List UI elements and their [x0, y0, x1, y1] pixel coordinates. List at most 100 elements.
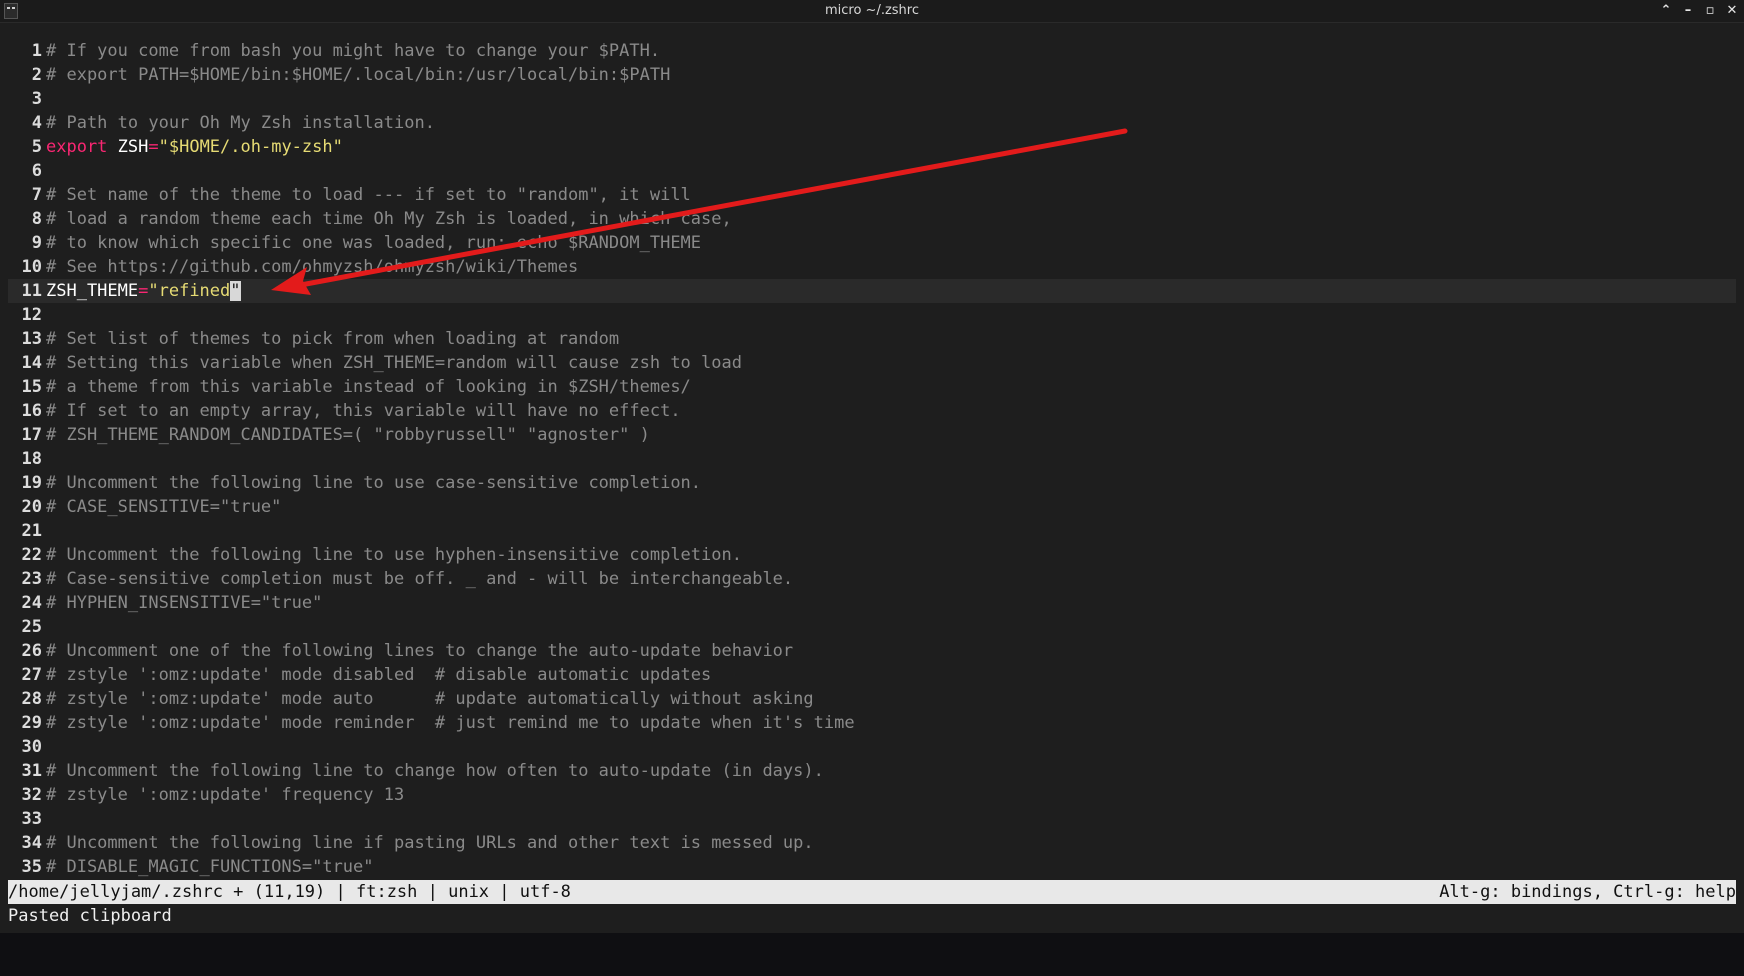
code-line[interactable]: 7 # Set name of the theme to load --- if …: [8, 183, 1736, 207]
code-token: # load a random theme each time Oh My Zs…: [46, 209, 732, 229]
code-token: "$HOME/.oh-my-zsh": [158, 137, 343, 157]
code-line[interactable]: 26 # Uncomment one of the following lines…: [8, 639, 1736, 663]
line-text: [46, 87, 1736, 111]
code-token: ZSH: [107, 137, 149, 157]
code-token: export: [46, 137, 108, 157]
line-text: # export PATH=$HOME/bin:$HOME/.local/bin…: [46, 63, 1736, 87]
code-line[interactable]: 33: [8, 807, 1736, 831]
code-token: # zstyle ':omz:update' mode disabled # d…: [46, 665, 712, 685]
code-line[interactable]: 23 # Case-sensitive completion must be of…: [8, 567, 1736, 591]
line-text: [46, 303, 1736, 327]
line-text: # ZSH_THEME_RANDOM_CANDIDATES=( "robbyru…: [46, 423, 1736, 447]
code-token: # See https://github.com/ohmyzsh/ohmyzsh…: [46, 257, 579, 277]
code-line[interactable]: 17 # ZSH_THEME_RANDOM_CANDIDATES=( "robby…: [8, 423, 1736, 447]
line-text: # CASE_SENSITIVE="true": [46, 495, 1736, 519]
code-line[interactable]: 3: [8, 87, 1736, 111]
line-text: # Uncomment the following line to use hy…: [46, 543, 1736, 567]
code-line[interactable]: 24 # HYPHEN_INSENSITIVE="true": [8, 591, 1736, 615]
line-number: 26: [21, 641, 42, 661]
code-token: # zstyle ':omz:update' mode reminder # j…: [46, 713, 855, 733]
code-line[interactable]: 16 # If set to an empty array, this varia…: [8, 399, 1736, 423]
code-token: # DISABLE_MAGIC_FUNCTIONS="true": [46, 857, 374, 877]
line-text: # Uncomment the following line to use ca…: [46, 471, 1736, 495]
line-text: [46, 735, 1736, 759]
minimize-button[interactable]: –: [1680, 2, 1696, 20]
code-line[interactable]: 5 export ZSH="$HOME/.oh-my-zsh": [8, 135, 1736, 159]
code-line[interactable]: 15 # a theme from this variable instead o…: [8, 375, 1736, 399]
code-line[interactable]: 1 # If you come from bash you might have …: [8, 39, 1736, 63]
line-text: # Path to your Oh My Zsh installation.: [46, 111, 1736, 135]
line-number: 28: [21, 689, 42, 709]
line-number: 27: [21, 665, 42, 685]
line-text: # to know which specific one was loaded,…: [46, 231, 1736, 255]
line-number: 16: [21, 401, 42, 421]
line-text: # Set list of themes to pick from when l…: [46, 327, 1736, 351]
code-line[interactable]: 31 # Uncomment the following line to chan…: [8, 759, 1736, 783]
line-number: 31: [21, 761, 42, 781]
code-token: # Uncomment the following line to use hy…: [46, 545, 742, 565]
code-line[interactable]: 2 # export PATH=$HOME/bin:$HOME/.local/bi…: [8, 63, 1736, 87]
line-number: 34: [21, 833, 42, 853]
line-number: 9: [31, 233, 42, 253]
code-line[interactable]: 18: [8, 447, 1736, 471]
code-line[interactable]: 27 # zstyle ':omz:update' mode disabled #…: [8, 663, 1736, 687]
code-line[interactable]: 13 # Set list of themes to pick from when…: [8, 327, 1736, 351]
code-line[interactable]: 10 # See https://github.com/ohmyzsh/ohmyz…: [8, 255, 1736, 279]
code-line[interactable]: 25: [8, 615, 1736, 639]
code-token: # Set name of the theme to load --- if s…: [46, 185, 691, 205]
code-line[interactable]: 9 # to know which specific one was loaded…: [8, 231, 1736, 255]
code-token: # Uncomment the following line to use ca…: [46, 473, 702, 493]
line-text: ZSH_THEME="refined": [46, 279, 1736, 303]
code-line[interactable]: 4 # Path to your Oh My Zsh installation.: [8, 111, 1736, 135]
status-bar: /home/jellyjam/.zshrc + (11,19) | ft:zsh…: [8, 880, 1736, 904]
line-text: # zstyle ':omz:update' mode disabled # d…: [46, 663, 1736, 687]
shade-button[interactable]: ⌃: [1658, 2, 1674, 20]
line-number: 35: [21, 857, 42, 877]
code-line[interactable]: 6: [8, 159, 1736, 183]
code-line[interactable]: 21: [8, 519, 1736, 543]
code-line[interactable]: 20 # CASE_SENSITIVE="true": [8, 495, 1736, 519]
line-number: 15: [21, 377, 42, 397]
code-line[interactable]: 30: [8, 735, 1736, 759]
line-text: # load a random theme each time Oh My Zs…: [46, 207, 1736, 231]
code-line[interactable]: 14 # Setting this variable when ZSH_THEME…: [8, 351, 1736, 375]
line-number: 14: [21, 353, 42, 373]
line-number: 30: [21, 737, 42, 757]
line-number: 21: [21, 521, 42, 541]
code-token: # ZSH_THEME_RANDOM_CANDIDATES=( "robbyru…: [46, 425, 650, 445]
code-token: # Uncomment the following line to change…: [46, 761, 824, 781]
code-line[interactable]: 34 # Uncomment the following line if past…: [8, 831, 1736, 855]
line-number: 7: [31, 185, 42, 205]
line-number: 18: [21, 449, 42, 469]
line-text: # Case-sensitive completion must be off.…: [46, 567, 1736, 591]
code-token: # zstyle ':omz:update' mode auto # updat…: [46, 689, 814, 709]
code-token: =: [148, 137, 159, 157]
code-line[interactable]: 35 # DISABLE_MAGIC_FUNCTIONS="true": [8, 855, 1736, 879]
line-text: # Set name of the theme to load --- if s…: [46, 183, 1736, 207]
code-line[interactable]: 12: [8, 303, 1736, 327]
line-number: 25: [21, 617, 42, 637]
title-bar[interactable]: micro ~/.zshrc ⌃ – ▫ ✕: [0, 0, 1744, 23]
code-line[interactable]: 19 # Uncomment the following line to use …: [8, 471, 1736, 495]
code-line[interactable]: 22 # Uncomment the following line to use …: [8, 543, 1736, 567]
code-line[interactable]: 8 # load a random theme each time Oh My Z…: [8, 207, 1736, 231]
editor-buffer[interactable]: 1 # If you come from bash you might have …: [8, 39, 1736, 879]
code-line-current[interactable]: 11 ZSH_THEME="refined": [8, 279, 1736, 303]
code-token: # Case-sensitive completion must be off.…: [46, 569, 794, 589]
close-button[interactable]: ✕: [1724, 2, 1740, 20]
code-line[interactable]: 32 # zstyle ':omz:update' frequency 13: [8, 783, 1736, 807]
code-token: # Uncomment the following line if pastin…: [46, 833, 814, 853]
line-number: 2: [31, 65, 42, 85]
terminal-window: micro ~/.zshrc ⌃ – ▫ ✕ 1 # If you come fr…: [0, 0, 1744, 933]
line-number: 33: [21, 809, 42, 829]
code-line[interactable]: 29 # zstyle ':omz:update' mode reminder #…: [8, 711, 1736, 735]
line-text: # Uncomment the following line to change…: [46, 759, 1736, 783]
code-line[interactable]: 28 # zstyle ':omz:update' mode auto # upd…: [8, 687, 1736, 711]
line-text: # HYPHEN_INSENSITIVE="true": [46, 591, 1736, 615]
line-number: 5: [31, 137, 42, 157]
line-text: # DISABLE_MAGIC_FUNCTIONS="true": [46, 855, 1736, 879]
maximize-button[interactable]: ▫: [1702, 2, 1718, 20]
line-number: 17: [21, 425, 42, 445]
code-token: # to know which specific one was loaded,…: [46, 233, 702, 253]
line-text: # See https://github.com/ohmyzsh/ohmyzsh…: [46, 255, 1736, 279]
